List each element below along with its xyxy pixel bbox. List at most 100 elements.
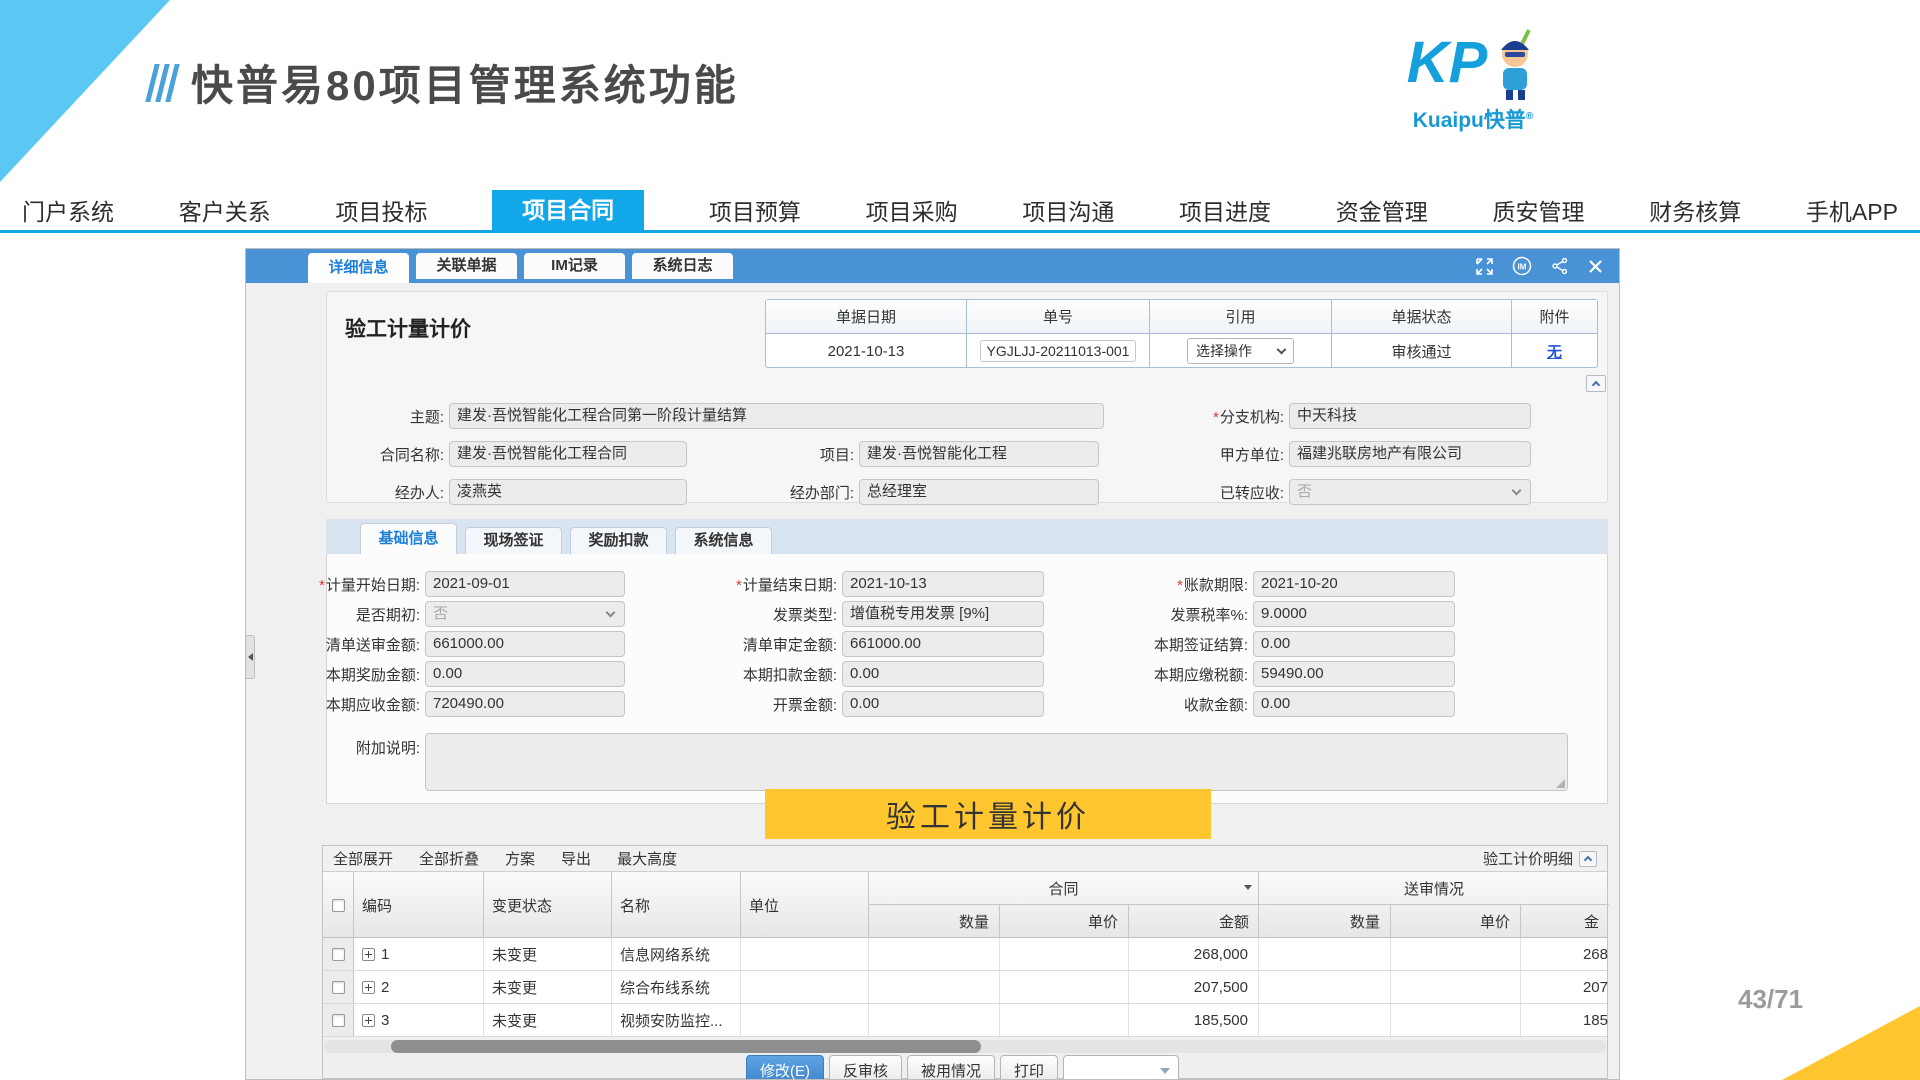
visa-settlement-input[interactable]: 0.00 <box>1253 631 1455 657</box>
expand-row-icon[interactable] <box>362 1014 375 1027</box>
collapse-grid-button[interactable] <box>1579 851 1597 867</box>
share-icon[interactable] <box>1551 257 1569 275</box>
handler-input[interactable]: 凌燕英 <box>449 479 687 505</box>
action-select[interactable] <box>1063 1055 1179 1080</box>
page-number: 43/71 <box>1738 984 1803 1015</box>
tax-rate-input[interactable]: 9.0000 <box>1253 601 1455 627</box>
print-button[interactable]: 打印 <box>1000 1055 1058 1080</box>
tab-im-record[interactable]: IM记录 <box>524 253 625 279</box>
svg-text:IM: IM <box>1518 263 1527 272</box>
required-mark: * <box>319 577 325 594</box>
export-button[interactable]: 导出 <box>561 848 591 869</box>
tax-payable-field: 本期应缴税额: 59490.00 <box>1127 661 1455 687</box>
doc-number-field[interactable]: YGJLJJ-20211013-001 <box>980 340 1137 362</box>
nav-item-progress[interactable]: 项目进度 <box>1179 193 1271 227</box>
initial-period-select[interactable]: 否 <box>425 601 625 627</box>
logo-wordmark: Kuaipu快普® <box>1388 104 1558 134</box>
receivable-amount-field: 本期应收金额: 720490.00 <box>299 691 625 717</box>
expand-all-button[interactable]: 全部展开 <box>333 848 393 869</box>
chevron-down-icon[interactable] <box>1244 885 1252 890</box>
reward-amount-input[interactable]: 0.00 <box>425 661 625 687</box>
nav-item-portal[interactable]: 门户系统 <box>22 193 114 227</box>
attachment-link[interactable]: 无 <box>1547 341 1562 362</box>
col-change-status: 变更状态 <box>484 872 612 938</box>
nav-item-finance[interactable]: 财务核算 <box>1649 193 1741 227</box>
invoiced-amount-field: 开票金额: 0.00 <box>716 691 1044 717</box>
fullscreen-icon[interactable] <box>1476 258 1493 275</box>
subtab-bar: 基础信息 现场签证 奖励扣款 系统信息 <box>326 519 1608 554</box>
party-input[interactable]: 福建兆联房地产有限公司 <box>1289 441 1531 467</box>
max-height-button[interactable]: 最大高度 <box>617 848 677 869</box>
table-row[interactable]: 1 未变更 信息网络系统 268,000 268 <box>323 938 1607 971</box>
select-all-checkbox[interactable] <box>332 899 345 912</box>
collapse-header-button[interactable] <box>1586 375 1606 392</box>
scheme-button[interactable]: 方案 <box>505 848 535 869</box>
tab-detail-info[interactable]: 详细信息 <box>308 253 409 283</box>
reverse-audit-button[interactable]: 反审核 <box>829 1055 902 1080</box>
project-input[interactable]: 建发·吾悦智能化工程 <box>859 441 1099 467</box>
refer-select[interactable]: 选择操作 <box>1187 338 1294 364</box>
receivable-amount-input[interactable]: 720490.00 <box>425 691 625 717</box>
nav-item-quality[interactable]: 质安管理 <box>1492 193 1584 227</box>
row-checkbox[interactable] <box>332 1014 345 1027</box>
receivable-select[interactable]: 否 <box>1289 479 1531 505</box>
subtab-system-info[interactable]: 系统信息 <box>675 527 772 554</box>
nav-item-contract[interactable]: 项目合同 <box>492 190 644 230</box>
nav-item-mobile-app[interactable]: 手机APP <box>1806 193 1898 227</box>
doc-date-value: 2021-10-13 <box>766 334 967 368</box>
nav-item-procurement[interactable]: 项目采购 <box>866 193 958 227</box>
horizontal-scrollbar[interactable] <box>324 1040 1606 1053</box>
invoiced-amount-input[interactable]: 0.00 <box>842 691 1044 717</box>
expand-row-icon[interactable] <box>362 981 375 994</box>
nav-item-bidding[interactable]: 项目投标 <box>335 193 427 227</box>
list-approved-amount-input[interactable]: 661000.00 <box>842 631 1044 657</box>
party-field: 甲方单位: 福建兆联房地产有限公司 <box>1163 441 1531 467</box>
start-date-input[interactable]: 2021-09-01 <box>425 571 625 597</box>
start-date-field: *计量开始日期: 2021-09-01 <box>299 571 625 597</box>
row-checkbox[interactable] <box>332 948 345 961</box>
document-title: 验工计量计价 <box>345 313 471 343</box>
contract-input[interactable]: 建发·吾悦智能化工程合同 <box>449 441 687 467</box>
modify-button[interactable]: 修改(E) <box>746 1055 824 1080</box>
nav-item-communication[interactable]: 项目沟通 <box>1022 193 1114 227</box>
dept-input[interactable]: 总经理室 <box>859 479 1099 505</box>
branch-input[interactable]: 中天科技 <box>1289 403 1531 429</box>
kuaipu-logo: KP Kuaipu快普® <box>1388 20 1558 134</box>
subtab-basic-info[interactable]: 基础信息 <box>360 523 457 554</box>
nav-item-funds[interactable]: 资金管理 <box>1336 193 1428 227</box>
required-mark: * <box>736 577 742 594</box>
collapse-all-button[interactable]: 全部折叠 <box>419 848 479 869</box>
grid-toolbar: 全部展开 全部折叠 方案 导出 最大高度 验工计价明细 <box>323 846 1607 872</box>
subtab-reward-deduction[interactable]: 奖励扣款 <box>570 527 667 554</box>
tax-payable-input[interactable]: 59490.00 <box>1253 661 1455 687</box>
tab-related-docs[interactable]: 关联单据 <box>416 253 517 279</box>
subtab-site-visa[interactable]: 现场签证 <box>465 527 562 554</box>
invoice-type-input[interactable]: 增值税专用发票 [9%] <box>842 601 1044 627</box>
usage-status-button[interactable]: 被用情况 <box>907 1055 995 1080</box>
deduction-amount-input[interactable]: 0.00 <box>842 661 1044 687</box>
received-amount-input[interactable]: 0.00 <box>1253 691 1455 717</box>
payment-term-input[interactable]: 2021-10-20 <box>1253 571 1455 597</box>
resize-grip-icon[interactable] <box>1556 779 1565 788</box>
table-row[interactable]: 3 未变更 视频安防监控... 185,500 185 <box>323 1004 1607 1037</box>
callout-banner: 验工计量计价 <box>765 789 1211 839</box>
close-icon[interactable] <box>1588 259 1603 274</box>
nav-item-crm[interactable]: 客户关系 <box>179 193 271 227</box>
end-date-input[interactable]: 2021-10-13 <box>842 571 1044 597</box>
table-row[interactable]: 2 未变更 综合布线系统 207,500 207 <box>323 971 1607 1004</box>
note-textarea[interactable] <box>425 733 1568 791</box>
row-checkbox[interactable] <box>332 981 345 994</box>
scrollbar-thumb[interactable] <box>391 1040 981 1053</box>
required-mark: * <box>1177 577 1183 594</box>
initial-period-field: 是否期初: 否 <box>299 601 625 627</box>
col-unit: 单位 <box>741 872 869 938</box>
list-submitted-amount-input[interactable]: 661000.00 <box>425 631 625 657</box>
subject-input[interactable]: 建发·吾悦智能化工程合同第一阶段计量结算 <box>449 403 1104 429</box>
chevron-down-icon <box>1160 1068 1170 1074</box>
panel-collapse-handle[interactable] <box>246 635 255 679</box>
tab-system-log[interactable]: 系统日志 <box>632 253 733 279</box>
page-title: 快普易80项目管理系统功能 <box>191 52 739 113</box>
expand-row-icon[interactable] <box>362 948 375 961</box>
nav-item-budget[interactable]: 项目预算 <box>709 193 801 227</box>
im-icon[interactable]: IM <box>1512 256 1532 276</box>
